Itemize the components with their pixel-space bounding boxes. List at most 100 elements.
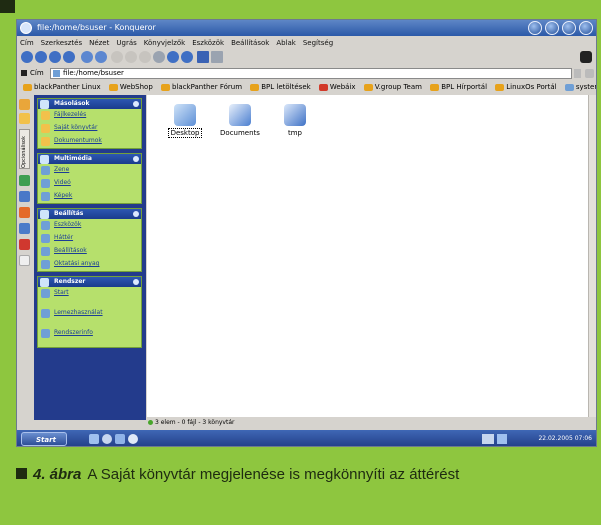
services-tab-icon[interactable]	[19, 207, 30, 218]
location-input[interactable]: file:/home/bsuser	[50, 68, 572, 79]
link-subtext	[38, 300, 141, 307]
sidebar-link[interactable]: Saját könyvtár	[38, 122, 141, 135]
icon-view-icon[interactable]	[197, 51, 209, 63]
panel-header[interactable]: Beállítás	[38, 209, 141, 219]
cut-icon[interactable]	[111, 51, 123, 63]
navigation-panel-tabs: Opcionálisok	[17, 95, 33, 415]
file-item-tmp[interactable]: tmp	[265, 104, 325, 137]
quicklaunch-icon[interactable]	[115, 434, 125, 444]
panel-header[interactable]: Másolások	[38, 99, 141, 109]
start-icon	[41, 289, 50, 298]
forward-icon[interactable]	[49, 51, 61, 63]
sidebar-link[interactable]: Oktatási anyag	[38, 258, 141, 271]
sidebar-link[interactable]: Fájlkezelés	[38, 109, 141, 122]
sidebar-link[interactable]: Eszközök	[38, 219, 141, 232]
back-icon[interactable]	[35, 51, 47, 63]
panel-header[interactable]: Rendszer	[38, 277, 141, 287]
reload-icon[interactable]	[81, 51, 93, 63]
sidebar-link[interactable]: Videó	[38, 177, 141, 190]
bookmark-item[interactable]: BPL letöltések	[250, 81, 311, 94]
scrollbar[interactable]	[588, 95, 596, 417]
menu-item-ugras[interactable]: Ugrás	[116, 37, 136, 49]
help-button[interactable]	[528, 21, 542, 35]
link-subtext	[38, 340, 141, 347]
quicklaunch-icon[interactable]	[89, 434, 99, 444]
file-item-desktop[interactable]: Desktop	[155, 104, 215, 138]
history-tab-icon[interactable]	[19, 113, 30, 124]
sidebar-link[interactable]: Dokumentumok	[38, 135, 141, 148]
collapse-icon[interactable]	[133, 211, 139, 217]
menu-item-beallitasok[interactable]: Beállítások	[231, 37, 269, 49]
clock[interactable]: 22.02.2005 07:06	[538, 433, 592, 445]
bookmark-item[interactable]: WebShop	[108, 81, 153, 94]
blank-tab-icon[interactable]	[19, 255, 30, 266]
menu-item-segitseg[interactable]: Segítség	[303, 37, 333, 49]
home-tab-icon[interactable]	[19, 191, 30, 202]
collapse-icon[interactable]	[133, 279, 139, 285]
root-tab-icon[interactable]	[19, 239, 30, 250]
go-icon[interactable]	[585, 69, 594, 78]
close-button[interactable]	[579, 21, 593, 35]
sidebar-link[interactable]: Beállítások	[38, 245, 141, 258]
menu-item-nezet[interactable]: Nézet	[89, 37, 109, 49]
start-button[interactable]: Start	[21, 432, 67, 446]
link-subtext	[38, 320, 141, 327]
panel-header[interactable]: Multimédia	[38, 154, 141, 164]
sidebar-link[interactable]: Zene	[38, 164, 141, 177]
clear-location-icon[interactable]	[21, 70, 27, 76]
bookmark-item[interactable]: V.group Team	[363, 81, 422, 94]
bookmark-item[interactable]: BPL Hírportál	[430, 81, 487, 94]
zoom-in-icon[interactable]	[167, 51, 179, 63]
quicklaunch-icon[interactable]	[128, 434, 138, 444]
devices-tab-icon[interactable]	[19, 223, 30, 234]
status-indicator-icon	[148, 420, 153, 425]
bookmark-item[interactable]: blackPanther Fórum	[161, 81, 242, 94]
taskbar: Start 22.02.2005 07:06	[17, 430, 596, 446]
collapse-icon[interactable]	[133, 101, 139, 107]
video-icon	[41, 179, 50, 188]
status-bar: 3 elem - 0 fájl - 3 könyvtár	[147, 418, 596, 428]
sidebar-link[interactable]: Start	[38, 287, 141, 300]
detail-view-icon[interactable]	[211, 51, 223, 63]
sidebar-link[interactable]: Lemezhasználat	[38, 307, 141, 320]
print-icon[interactable]	[153, 51, 165, 63]
sidebar-tab-label[interactable]: Opcionálisok	[19, 129, 30, 169]
bookmark-item[interactable]: LinuxOs Portál	[495, 81, 557, 94]
menu-item-ablak[interactable]: Ablak	[276, 37, 296, 49]
title-bar[interactable]: file:/home/bsuser - Konqueror	[17, 20, 596, 36]
maximize-button[interactable]	[562, 21, 576, 35]
bookmark-item[interactable]: blackPanther Linux	[23, 81, 101, 94]
location-label: Cím	[30, 69, 44, 77]
stop-icon[interactable]	[95, 51, 107, 63]
dropdown-arrow-icon[interactable]	[574, 69, 581, 78]
file-view[interactable]: Desktop Documents tmp	[147, 95, 588, 417]
sidebar-panel: Másolások Fájlkezelés Saját könyvtár Dok…	[34, 95, 146, 420]
konqueror-icon[interactable]	[20, 22, 32, 34]
volume-tray-icon[interactable]	[497, 434, 507, 444]
menu-item-cim[interactable]: Cím	[20, 37, 34, 49]
network-tab-icon[interactable]	[19, 175, 30, 186]
sidebar-link[interactable]: Képek	[38, 190, 141, 203]
network-tray-icon[interactable]	[482, 434, 494, 444]
bookmark-item[interactable]: system:/	[564, 81, 596, 94]
home-icon[interactable]	[63, 51, 75, 63]
collapse-icon[interactable]	[133, 156, 139, 162]
menu-item-szerkesztes[interactable]: Szerkesztés	[41, 37, 82, 49]
bookmark-item[interactable]: Webáix	[318, 81, 356, 94]
sidebar-link[interactable]: Háttér	[38, 232, 141, 245]
up-icon[interactable]	[21, 51, 33, 63]
file-item-documents[interactable]: Documents	[210, 104, 270, 137]
menu-item-eszkozok[interactable]: Eszközök	[192, 37, 224, 49]
bookmark-toolbar: blackPanther Linux WebShop blackPanther …	[17, 81, 596, 94]
image-icon	[41, 192, 50, 201]
folder-icon	[41, 111, 50, 120]
zoom-out-icon[interactable]	[181, 51, 193, 63]
bookmarks-tab-icon[interactable]	[19, 99, 30, 110]
minimize-button[interactable]	[545, 21, 559, 35]
quicklaunch-icon[interactable]	[102, 434, 112, 444]
panel-title: Multimédia	[54, 155, 92, 162]
copy-icon[interactable]	[125, 51, 137, 63]
sidebar-link[interactable]: Rendszerinfo	[38, 327, 141, 340]
menu-item-konyvjelzok[interactable]: Könyvjelzők	[144, 37, 185, 49]
paste-icon[interactable]	[139, 51, 151, 63]
